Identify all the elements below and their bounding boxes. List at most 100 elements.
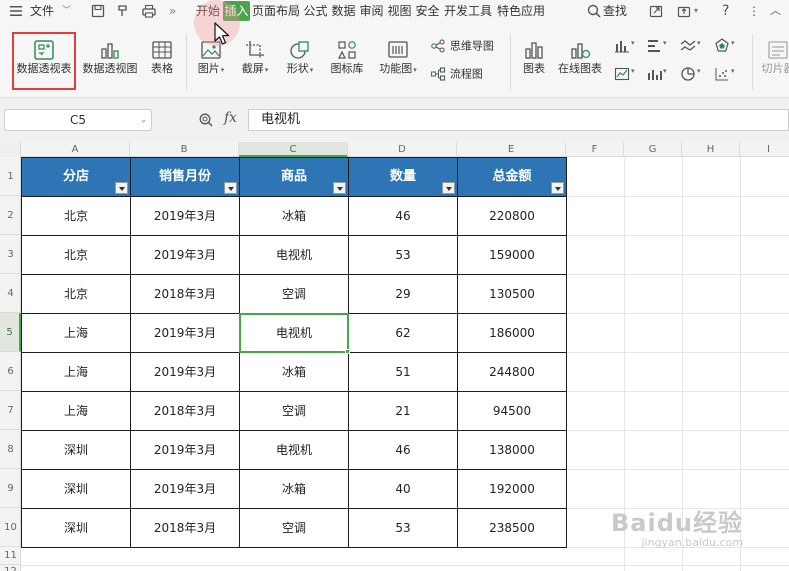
pie-chart-icon[interactable] [680, 66, 696, 82]
more-options-icon[interactable]: ⋮ [748, 0, 760, 22]
table-cell[interactable]: 51 [348, 352, 458, 392]
zoom-icon[interactable] [198, 112, 214, 128]
filter-dropdown-icon[interactable] [333, 182, 346, 194]
mindmap-button[interactable]: 思维导图 [430, 38, 504, 54]
tab-developer[interactable]: 开发工具 [442, 1, 494, 21]
table-cell[interactable]: 空调 [239, 508, 349, 548]
select-all-corner[interactable] [0, 142, 21, 157]
more-icon[interactable]: » [169, 0, 176, 22]
column-header-g[interactable]: G [624, 142, 682, 157]
table-cell[interactable]: 上海 [21, 352, 131, 392]
column-header-i[interactable]: I [740, 142, 789, 157]
table-cell-selected[interactable]: 电视机 [239, 313, 349, 353]
row-header[interactable]: 12 [0, 565, 21, 571]
table-cell[interactable]: 2018年3月 [130, 391, 240, 431]
table-cell[interactable]: 上海 [21, 313, 131, 353]
table-cell[interactable]: 29 [348, 274, 458, 314]
search-icon[interactable] [586, 3, 602, 19]
fill-handle[interactable] [345, 349, 350, 354]
tab-formula[interactable]: 公式 [302, 1, 329, 21]
shape-button[interactable]: 形状▾ [280, 38, 320, 77]
line-chart-icon[interactable] [680, 38, 696, 54]
table-header-cell[interactable]: 销售月份 [130, 157, 240, 197]
table-header-cell[interactable]: 分店 [21, 157, 131, 197]
chevron-down-icon[interactable]: ﹀ [62, 0, 71, 22]
print-icon[interactable] [141, 3, 157, 19]
chevron-down-icon[interactable]: ⌄ [140, 110, 147, 130]
caret-down-icon[interactable]: ▾ [631, 39, 635, 47]
column-header-f[interactable]: F [566, 142, 624, 157]
filter-dropdown-icon[interactable] [551, 182, 564, 194]
caret-down-icon[interactable]: ▾ [697, 67, 701, 75]
table-cell[interactable]: 53 [348, 235, 458, 275]
table-cell[interactable]: 冰箱 [239, 469, 349, 509]
tab-review[interactable]: 审阅 [358, 1, 385, 21]
formula-input[interactable]: 电视机 [248, 109, 789, 131]
name-box[interactable]: C5 ⌄ [4, 109, 152, 131]
row-header[interactable]: 9 [0, 469, 21, 508]
table-button[interactable]: 表格 [144, 38, 180, 76]
table-cell[interactable]: 21 [348, 391, 458, 431]
icon-library-button[interactable]: 图标库 [326, 38, 368, 76]
table-cell[interactable]: 2019年3月 [130, 469, 240, 509]
caret-down-icon[interactable]: ▾ [731, 67, 735, 75]
upload-icon[interactable] [676, 3, 692, 19]
table-cell[interactable]: 186000 [457, 313, 567, 353]
chart-button[interactable]: 图表 [516, 38, 552, 76]
save-icon[interactable] [90, 3, 106, 19]
flowchart-button[interactable]: 流程图 [430, 66, 504, 82]
help-icon[interactable]: ? [722, 0, 729, 22]
caret-down-icon[interactable]: ▾ [697, 39, 701, 47]
column-header-b[interactable]: B [130, 142, 239, 157]
row-header[interactable]: 7 [0, 391, 21, 430]
bar-chart-icon[interactable] [646, 38, 662, 54]
radar-chart-icon[interactable] [714, 38, 730, 54]
online-chart-button[interactable]: 在线图表 [554, 38, 606, 76]
table-cell[interactable]: 深圳 [21, 469, 131, 509]
table-cell[interactable]: 2019年3月 [130, 196, 240, 236]
stock-chart-icon[interactable] [646, 66, 662, 82]
tab-data[interactable]: 数据 [330, 1, 357, 21]
row-header[interactable]: 3 [0, 235, 21, 274]
table-cell[interactable]: 2019年3月 [130, 430, 240, 470]
table-cell[interactable]: 2019年3月 [130, 235, 240, 275]
tab-special[interactable]: 特色应用 [495, 1, 547, 21]
chevron-down-icon[interactable]: ▾ [694, 0, 698, 22]
tab-page-layout[interactable]: 页面布局 [251, 1, 301, 21]
hamburger-menu-icon[interactable] [8, 3, 24, 19]
table-cell[interactable]: 94500 [457, 391, 567, 431]
column-header-a[interactable]: A [21, 142, 130, 157]
table-cell[interactable]: 62 [348, 313, 458, 353]
column-chart-icon[interactable] [614, 38, 630, 54]
row-header[interactable]: 4 [0, 274, 21, 313]
filter-dropdown-icon[interactable] [115, 182, 128, 194]
table-cell[interactable]: 40 [348, 469, 458, 509]
column-header-h[interactable]: H [682, 142, 740, 157]
column-header-e[interactable]: E [457, 142, 566, 157]
table-cell[interactable]: 深圳 [21, 508, 131, 548]
table-cell[interactable]: 2018年3月 [130, 274, 240, 314]
table-cell[interactable]: 2019年3月 [130, 313, 240, 353]
table-cell[interactable]: 北京 [21, 196, 131, 236]
table-cell[interactable]: 空调 [239, 391, 349, 431]
table-cell[interactable]: 220800 [457, 196, 567, 236]
search-label[interactable]: 查找 [603, 0, 627, 22]
column-header-c[interactable]: C [239, 142, 348, 157]
table-cell[interactable]: 2019年3月 [130, 352, 240, 392]
table-cell[interactable]: 电视机 [239, 235, 349, 275]
fx-icon[interactable]: fx [224, 110, 237, 126]
tab-security[interactable]: 安全 [414, 1, 441, 21]
caret-down-icon[interactable]: ▾ [631, 67, 635, 75]
row-header[interactable]: 10 [0, 508, 21, 547]
caret-down-icon[interactable]: ▾ [663, 67, 667, 75]
tab-view[interactable]: 视图 [386, 1, 413, 21]
table-cell[interactable]: 北京 [21, 235, 131, 275]
file-menu[interactable]: 文件 [30, 0, 54, 22]
table-cell[interactable]: 138000 [457, 430, 567, 470]
table-cell[interactable]: 244800 [457, 352, 567, 392]
table-cell[interactable]: 130500 [457, 274, 567, 314]
caret-down-icon[interactable]: ▾ [731, 39, 735, 47]
table-cell[interactable]: 192000 [457, 469, 567, 509]
row-header[interactable]: 8 [0, 430, 21, 469]
collapse-icon[interactable]: ︿ [770, 0, 781, 22]
